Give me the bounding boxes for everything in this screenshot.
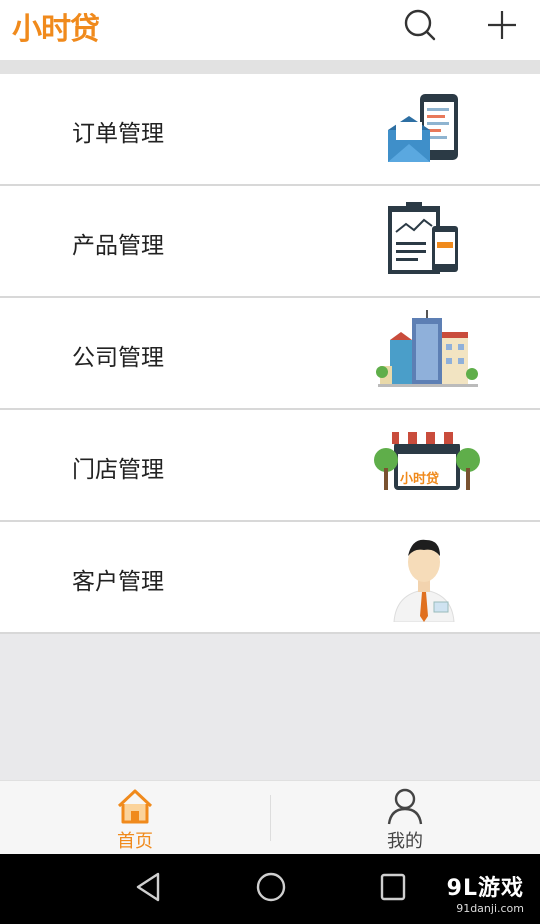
add-icon[interactable] bbox=[482, 6, 522, 46]
tab-home[interactable]: 首页 bbox=[0, 781, 270, 855]
menu-item-product[interactable]: 产品管理 bbox=[0, 186, 540, 298]
tab-profile[interactable]: 我的 bbox=[270, 781, 540, 855]
home-icon bbox=[117, 789, 153, 824]
menu-item-label: 公司管理 bbox=[72, 345, 164, 371]
watermark-title: 9L游戏 bbox=[446, 876, 524, 901]
watermark: 9L游戏 91danji.com bbox=[447, 870, 524, 915]
home-circle-icon[interactable] bbox=[254, 870, 288, 904]
menu-item-customer[interactable]: 客户管理 bbox=[0, 522, 540, 634]
watermark-site: 91danji.com bbox=[456, 902, 524, 915]
system-navigation-bar: 9L游戏 91danji.com bbox=[0, 854, 540, 924]
menu-item-label: 产品管理 bbox=[72, 233, 164, 259]
header-divider-strip bbox=[0, 60, 540, 74]
app-logo: 小时贷 bbox=[12, 12, 100, 47]
store-sign-text: 小时贷 bbox=[400, 472, 440, 487]
product-illustration-icon bbox=[388, 202, 458, 274]
app-header: 小时贷 bbox=[0, 0, 540, 60]
menu-item-store[interactable]: 门店管理 小时贷 bbox=[0, 410, 540, 522]
menu-item-label: 门店管理 bbox=[72, 457, 164, 483]
store-illustration-icon bbox=[374, 432, 480, 490]
order-illustration-icon bbox=[388, 94, 458, 162]
bottom-tab-bar: 首页 我的 bbox=[0, 780, 540, 855]
user-icon bbox=[387, 788, 423, 825]
menu-item-order[interactable]: 订单管理 bbox=[0, 74, 540, 186]
recent-apps-square-icon[interactable] bbox=[378, 870, 408, 904]
search-icon[interactable] bbox=[400, 6, 440, 46]
menu-item-label: 订单管理 bbox=[72, 121, 164, 147]
company-illustration-icon bbox=[376, 310, 478, 387]
back-triangle-icon[interactable] bbox=[134, 870, 164, 904]
menu-item-company[interactable]: 公司管理 bbox=[0, 298, 540, 410]
menu-item-label: 客户管理 bbox=[72, 569, 164, 595]
customer-illustration-icon bbox=[393, 539, 455, 622]
tab-home-label: 首页 bbox=[117, 831, 153, 852]
tab-profile-label: 我的 bbox=[387, 831, 423, 852]
management-menu: 订单管理 产品管理 公司管理 门店管理 小时贷 客户管理 bbox=[0, 74, 540, 634]
